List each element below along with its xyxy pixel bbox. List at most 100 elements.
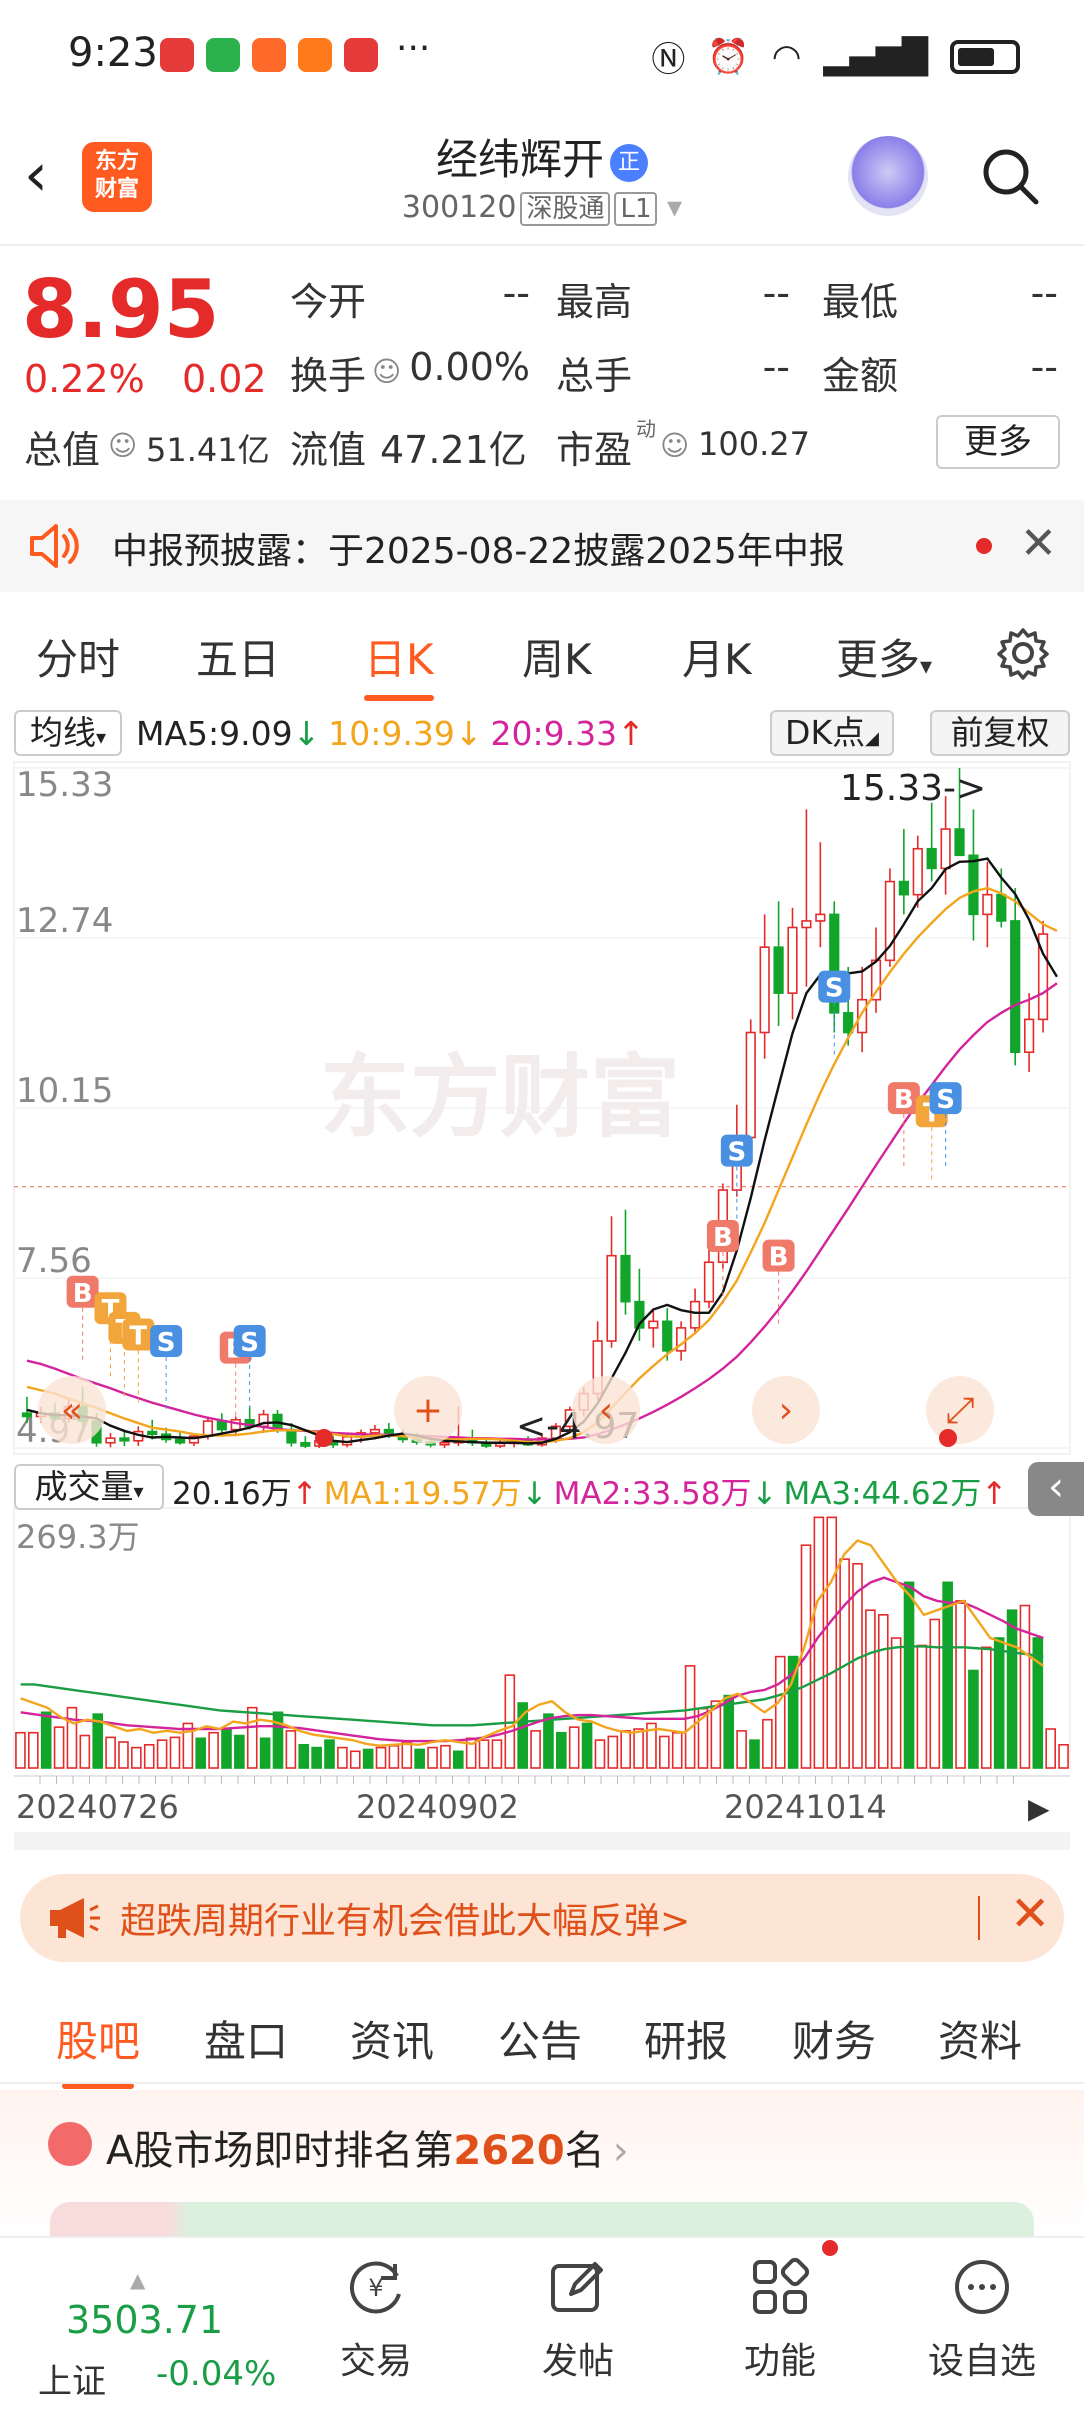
candle-body bbox=[912, 847, 923, 896]
volume-bar bbox=[530, 1730, 541, 1769]
volume-bar bbox=[903, 1581, 915, 1769]
more-button[interactable]: 更多 bbox=[936, 415, 1060, 469]
chart-control-icon: « bbox=[61, 1390, 83, 1431]
caret-up-icon: ▲ bbox=[130, 2268, 146, 2292]
status-bar: 9:23 ··· Ⓝ ⏰ ◠ ▂▄▆█ bbox=[0, 0, 1084, 110]
volume-bar bbox=[723, 1694, 735, 1769]
indicator-select[interactable]: 均线▾ bbox=[14, 710, 122, 756]
promo-text: 超跌周期行业有机会借此大幅反弹> bbox=[120, 1901, 691, 1942]
volume-bar bbox=[427, 1746, 438, 1769]
volume-bar bbox=[452, 1750, 464, 1769]
x-tick-label: 20241014 bbox=[724, 1788, 887, 1826]
arrow-down-icon: ↓ bbox=[292, 714, 321, 753]
tab-financials[interactable]: 财务 bbox=[792, 2008, 876, 2069]
chart-control-icon: › bbox=[779, 1390, 793, 1431]
volume-bar bbox=[53, 1726, 65, 1769]
content-tabs: 股吧 盘口 资讯 公告 研报 财务 资料 bbox=[0, 1986, 1084, 2089]
kline-chart[interactable]: 15.3312.7410.157.564.97东方财富15.33-><-4.97… bbox=[0, 758, 1084, 1853]
volume-value: 20.16万↑ bbox=[172, 1468, 318, 1513]
volume-indicator-select[interactable]: 成交量▾ bbox=[14, 1464, 164, 1510]
tab-news[interactable]: 资讯 bbox=[350, 2008, 434, 2069]
stock-code: 300120 bbox=[401, 190, 517, 225]
change-pct: 0.22% bbox=[24, 357, 145, 401]
candle-body bbox=[996, 893, 1007, 922]
info-icon[interactable]: ☺ bbox=[108, 429, 137, 462]
volume-bar bbox=[375, 1746, 387, 1769]
alarm-icon: ⏰ bbox=[707, 36, 750, 77]
vol-ma3-value: MA3:44.62万↑ bbox=[783, 1468, 1007, 1513]
y-tick-label: 10.15 bbox=[16, 1071, 113, 1111]
volume-text: 20.16万 bbox=[172, 1476, 292, 1512]
search-icon[interactable] bbox=[980, 146, 1040, 206]
volume-bar bbox=[298, 1743, 310, 1769]
index-change: -0.04% bbox=[156, 2354, 277, 2394]
tab-five-day[interactable]: 五日 bbox=[196, 626, 280, 687]
signal-marker-label: B bbox=[713, 1223, 733, 1253]
label-pe: 市盈 bbox=[556, 428, 633, 472]
tab-more[interactable]: 更多▾ bbox=[836, 626, 932, 687]
volume-bar bbox=[491, 1739, 503, 1769]
nav-post[interactable]: 发帖 bbox=[508, 2256, 648, 2384]
tab-daily-k[interactable]: 日K bbox=[364, 626, 434, 701]
promo-banner[interactable]: 超跌周期行业有机会借此大幅反弹> ✕ bbox=[20, 1874, 1064, 1962]
candle-body bbox=[926, 847, 937, 870]
caret-down-icon: ▾ bbox=[133, 1479, 144, 1503]
caret-down-icon: ▾ bbox=[667, 190, 683, 225]
caret-down-icon: ▾ bbox=[95, 725, 107, 749]
arrow-up-icon: ↑ bbox=[291, 1476, 318, 1512]
volume-bar bbox=[478, 1739, 490, 1769]
vol-ma1-value: MA1:19.57万↓ bbox=[324, 1468, 548, 1513]
candle-body bbox=[1024, 1018, 1035, 1054]
nav-trade[interactable]: ¥ 交易 bbox=[306, 2256, 446, 2384]
tab-research[interactable]: 研报 bbox=[644, 2008, 728, 2069]
scroll-right-icon: ▶ bbox=[1028, 1792, 1050, 1825]
y-tick-label: 7.56 bbox=[16, 1241, 92, 1281]
volume-bar bbox=[929, 1618, 941, 1769]
nav-function[interactable]: 功能 bbox=[710, 2256, 850, 2384]
candle-body bbox=[105, 1437, 116, 1444]
label-low: 最低 bbox=[822, 280, 899, 324]
adjust-button[interactable]: 前复权 bbox=[930, 710, 1070, 756]
candle-body bbox=[662, 1320, 673, 1352]
close-icon[interactable]: ✕ bbox=[1010, 1886, 1050, 1942]
ma10-line bbox=[26, 886, 1058, 1444]
event-dot bbox=[939, 1429, 957, 1447]
label-turnover: 换手 bbox=[290, 354, 367, 398]
info-icon[interactable]: ☺ bbox=[660, 429, 689, 462]
tab-profile[interactable]: 资料 bbox=[938, 2008, 1022, 2069]
dk-point-button[interactable]: DK点◢ bbox=[770, 710, 894, 756]
volume-bar bbox=[40, 1711, 52, 1769]
rank-number: 2620 bbox=[453, 2128, 565, 2174]
tab-guba[interactable]: 股吧 bbox=[56, 2008, 140, 2089]
gear-icon[interactable] bbox=[996, 626, 1050, 680]
close-icon[interactable]: ✕ bbox=[1020, 518, 1057, 569]
nav-trade-label: 交易 bbox=[339, 2341, 412, 2382]
info-icon[interactable]: ☺ bbox=[372, 355, 401, 388]
label-volume: 总手 bbox=[556, 354, 633, 398]
tab-weekly-k[interactable]: 周K bbox=[522, 626, 592, 687]
collapse-panel-button[interactable]: ‹ bbox=[1028, 1462, 1084, 1516]
nav-add-watchlist-label: 设自选 bbox=[927, 2341, 1036, 2382]
volume-bar bbox=[311, 1746, 322, 1769]
tab-intraday[interactable]: 分时 bbox=[36, 626, 120, 687]
volume-bar bbox=[736, 1730, 747, 1769]
candle-body bbox=[369, 1428, 381, 1434]
nav-add-watchlist[interactable]: 设自选 bbox=[912, 2256, 1052, 2384]
notice-bar[interactable]: 中报预披露：于2025-08-22披露2025年中报 ✕ bbox=[0, 500, 1084, 592]
candle-body bbox=[147, 1430, 158, 1436]
value-turnover: 0.00% bbox=[409, 345, 530, 389]
volume-bar bbox=[774, 1655, 786, 1769]
candle-body bbox=[230, 1418, 241, 1431]
nav-function-label: 功能 bbox=[743, 2341, 816, 2382]
tab-pankou[interactable]: 盘口 bbox=[204, 2008, 288, 2069]
indicator-label: 均线 bbox=[29, 713, 96, 752]
candle-body bbox=[689, 1300, 701, 1329]
volume-bar bbox=[208, 1731, 219, 1769]
tab-monthly-k[interactable]: 月K bbox=[682, 626, 752, 687]
robot-assistant-icon[interactable] bbox=[848, 136, 928, 216]
market-rank-card[interactable]: A股市场即时排名第2620名 › bbox=[0, 2090, 1084, 2242]
signal-icon: ▂▄▆█ bbox=[823, 36, 928, 77]
tab-announcements[interactable]: 公告 bbox=[498, 2008, 582, 2069]
index-value: 3503.71 bbox=[66, 2298, 224, 2342]
volume-bar bbox=[877, 1614, 889, 1769]
